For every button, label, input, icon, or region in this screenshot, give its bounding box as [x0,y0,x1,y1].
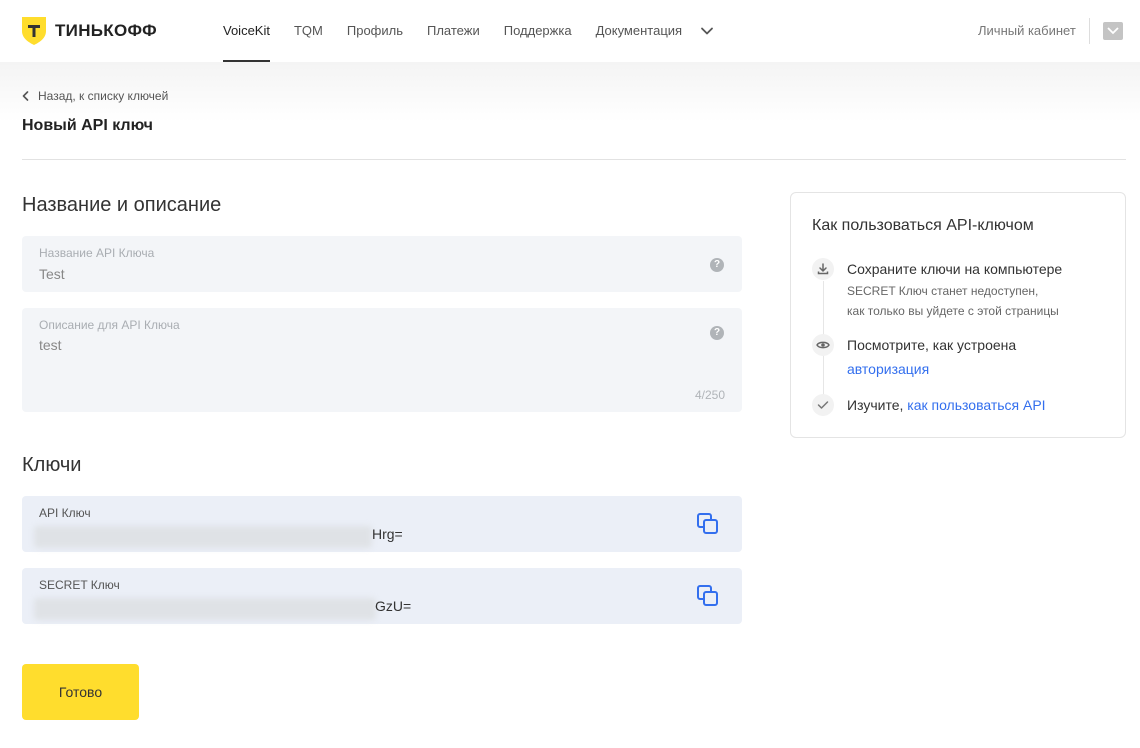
header-divider [1089,18,1090,44]
step-title-text: Изучите, [847,397,904,413]
masked-key-value [34,526,372,548]
done-button[interactable]: Готово [22,664,139,720]
api-usage-link[interactable]: как пользоваться API [907,397,1045,413]
copy-icon[interactable] [696,512,720,536]
nav-item-profile[interactable]: Профиль [347,0,403,62]
back-link-label: Назад, к списку ключей [38,89,169,103]
secret-key-field[interactable]: SECRET Ключ GzU= [22,568,742,624]
step-description: SECRET Ключ станет недоступен, [847,284,1039,298]
personal-cabinet-link[interactable]: Личный кабинет [978,23,1076,38]
field-label: Описание для API Ключа [39,318,180,332]
back-to-keys-link[interactable]: Назад, к списку ключей [22,89,168,103]
field-value: test [39,337,62,353]
nav-item-docs[interactable]: Документация [596,0,683,62]
chevron-down-icon[interactable] [700,24,714,38]
key-suffix: Hrg= [372,526,403,542]
step-description: как только вы уйдете с этой страницы [847,304,1059,318]
section-title-name-description: Название и описание [22,194,222,216]
help-card: Как пользоваться API-ключом Сохраните кл… [790,192,1126,438]
brand-name: ТИНЬКОФФ [55,21,157,40]
copy-icon[interactable] [696,584,720,608]
field-label: Название API Ключа [39,246,155,260]
help-icon[interactable]: ? [710,258,724,272]
nav-item-voicekit[interactable]: VoiceKit [223,0,270,62]
check-icon [812,394,834,416]
header-shadow [0,62,1140,122]
key-suffix: GzU= [375,598,412,614]
section-title-keys: Ключи [22,454,82,476]
nav-item-tqm[interactable]: TQM [294,0,323,62]
key-label: SECRET Ключ [39,578,120,592]
field-value: Test [39,266,65,282]
eye-icon [812,334,834,356]
step-title: Изучите, как пользоваться API [847,397,1046,413]
help-card-title: Как пользоваться API-ключом [812,217,1034,234]
api-key-description-field[interactable]: Описание для API Ключа test ? 4/250 [22,308,742,412]
divider [22,159,1126,160]
chevron-down-icon [1107,27,1119,35]
nav-item-payments[interactable]: Платежи [427,0,480,62]
key-label: API Ключ [39,506,91,520]
authorization-link[interactable]: авторизация [847,361,929,377]
brand-logo[interactable]: ТИНЬКОФФ [22,17,157,45]
chevron-left-icon [22,91,29,101]
avatar[interactable] [1103,22,1123,40]
char-counter: 4/250 [694,388,725,402]
top-header: ТИНЬКОФФ VoiceKit TQM Профиль Платежи По… [0,0,1140,62]
step-title: Сохраните ключи на компьютере [847,261,1063,277]
main-nav: VoiceKit TQM Профиль Платежи Поддержка Д… [223,0,706,62]
nav-item-support[interactable]: Поддержка [504,0,572,62]
api-key-field[interactable]: API Ключ Hrg= [22,496,742,552]
api-key-name-field[interactable]: Название API Ключа Test ? [22,236,742,292]
shield-logo-icon [22,17,46,45]
help-icon[interactable]: ? [710,326,724,340]
download-icon [812,258,834,280]
step-title: Посмотрите, как устроена [847,337,1017,353]
page-title: Новый API ключ [22,117,153,134]
masked-key-value [34,598,376,620]
